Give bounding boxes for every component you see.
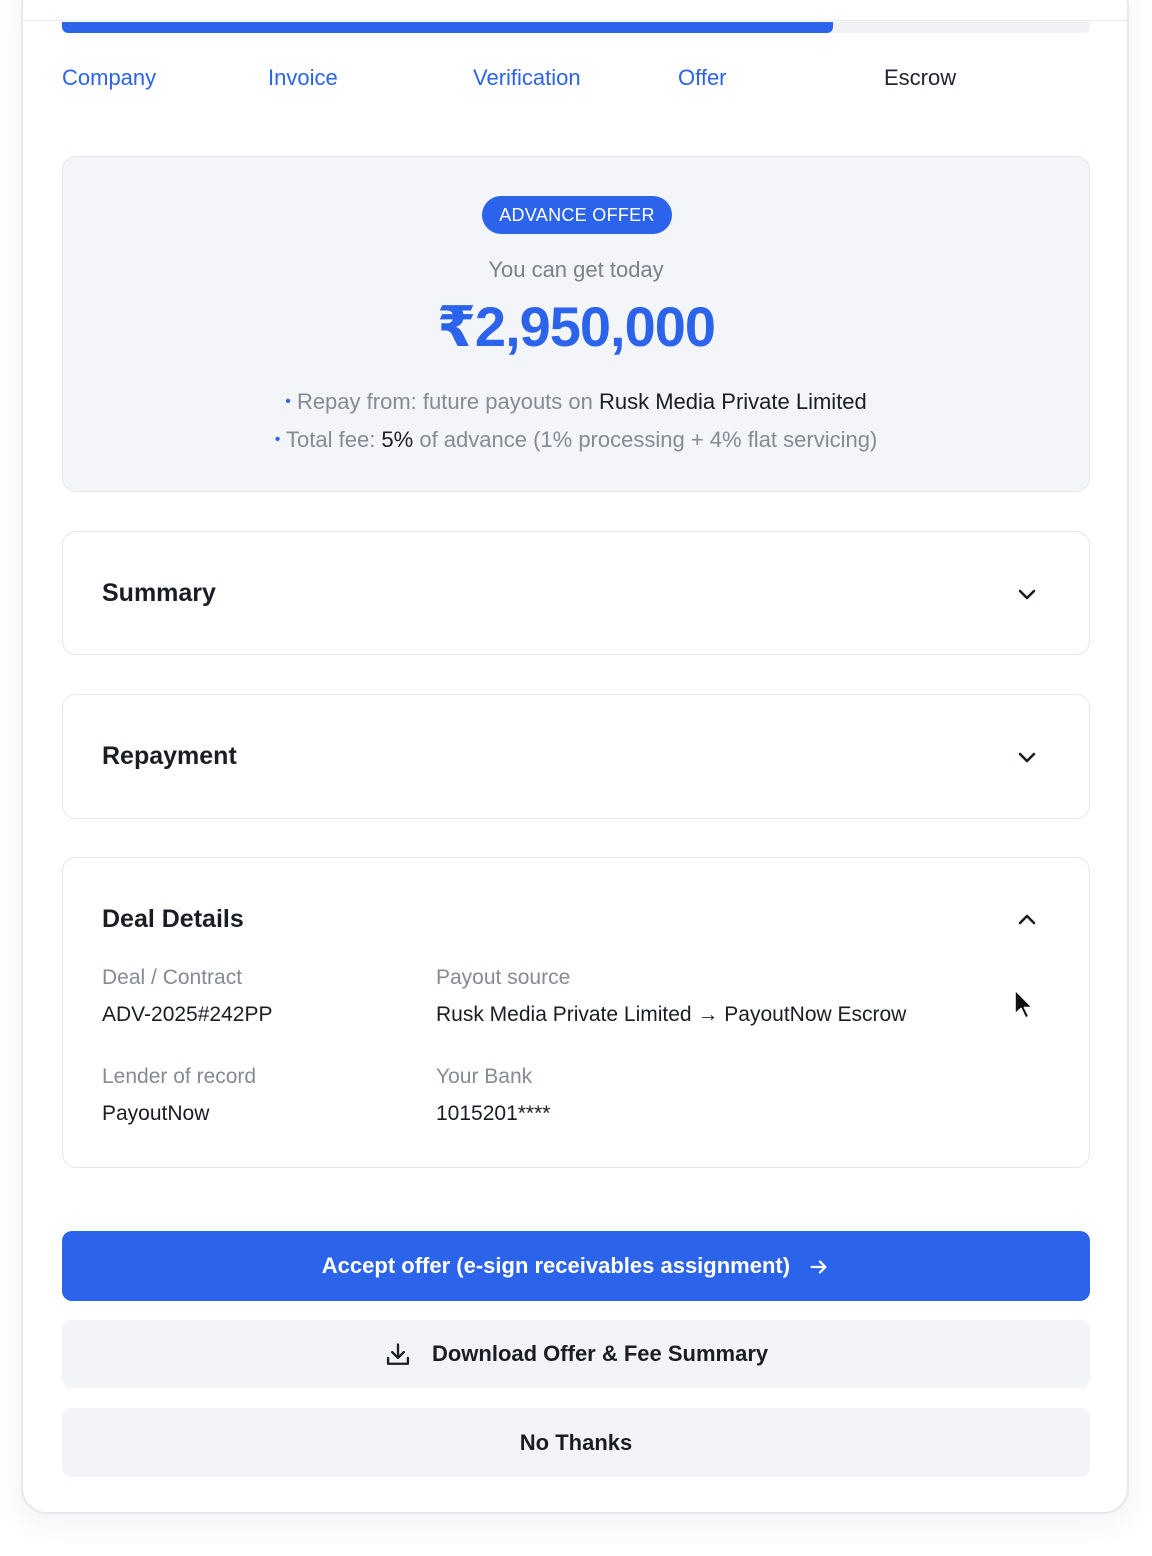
summary-section: Summary <box>62 531 1090 655</box>
repayment-title: Repayment <box>102 742 237 770</box>
lender-of-record-value: PayoutNow <box>102 1102 210 1125</box>
advance-offer-badge: ADVANCE OFFER <box>482 196 672 234</box>
repay-source-line: • Repay from: future payouts on Rusk Med… <box>63 387 1089 417</box>
repay-prefix: Repay from: future payouts on <box>296 389 599 414</box>
card-divider <box>23 20 1129 21</box>
accept-offer-button[interactable]: Accept offer (e-sign receivables assignm… <box>62 1231 1090 1301</box>
summary-title: Summary <box>102 579 216 607</box>
repayment-toggle[interactable]: Repayment <box>63 695 1089 817</box>
offer-subtitle: You can get today <box>488 257 664 282</box>
step-offer[interactable]: Offer <box>678 62 727 94</box>
chevron-down-icon <box>1018 752 1036 763</box>
step-invoice[interactable]: Invoice <box>268 62 338 94</box>
deal-contract-value: ADV-2025#242PP <box>102 1003 273 1026</box>
download-summary-label: Download Offer & Fee Summary <box>431 1341 769 1366</box>
lender-of-record-label: Lender of record <box>102 1065 257 1088</box>
stepper: Company Invoice Verification Offer Escro… <box>62 62 1090 96</box>
your-bank-label: Your Bank <box>436 1065 533 1088</box>
summary-toggle[interactable]: Summary <box>63 532 1089 654</box>
advance-offer-panel: ADVANCE OFFER You can get today ₹2,950,0… <box>62 156 1090 492</box>
your-bank-value: 1015201**** <box>436 1102 551 1125</box>
repayment-section: Repayment <box>62 694 1090 819</box>
chevron-up-icon <box>1018 914 1036 925</box>
mouse-pointer-icon <box>1014 989 1034 1019</box>
total-fee-line: • Total fee: 5% of advance (1% processin… <box>63 425 1089 455</box>
deal-contract-label: Deal / Contract <box>102 966 243 989</box>
download-summary-button[interactable]: Download Offer & Fee Summary <box>62 1320 1090 1388</box>
deal-details-toggle[interactable]: Deal Details <box>63 858 1089 980</box>
chevron-down-icon <box>1018 589 1036 600</box>
fee-percent: 5% <box>381 427 414 452</box>
progress-bar-fill <box>62 22 833 33</box>
bullet-dot: • <box>274 431 281 448</box>
progress-bar <box>62 22 1090 33</box>
payout-source-label: Payout source <box>436 966 571 989</box>
download-icon <box>386 1343 409 1366</box>
repay-company: Rusk Media Private Limited <box>599 389 867 414</box>
step-escrow: Escrow <box>884 65 957 90</box>
fee-suffix: of advance (1% processing + 4% flat serv… <box>413 427 878 452</box>
deal-details-section: Deal Details Deal / Contract ADV-2025#24… <box>62 857 1090 1168</box>
no-thanks-button[interactable]: No Thanks <box>62 1408 1090 1477</box>
offer-amount: ₹2,950,000 <box>436 295 716 358</box>
bullet-dot: • <box>285 393 291 410</box>
fee-prefix: Total fee: <box>286 427 382 452</box>
payout-source-value: Rusk Media Private Limited → PayoutNow E… <box>436 1003 907 1026</box>
step-verification[interactable]: Verification <box>473 62 581 94</box>
deal-details-title: Deal Details <box>102 905 244 933</box>
step-company[interactable]: Company <box>62 62 156 94</box>
accept-offer-label: Accept offer (e-sign receivables assignm… <box>321 1253 791 1278</box>
no-thanks-label: No Thanks <box>519 1430 633 1455</box>
arrow-right-icon <box>810 1260 827 1274</box>
